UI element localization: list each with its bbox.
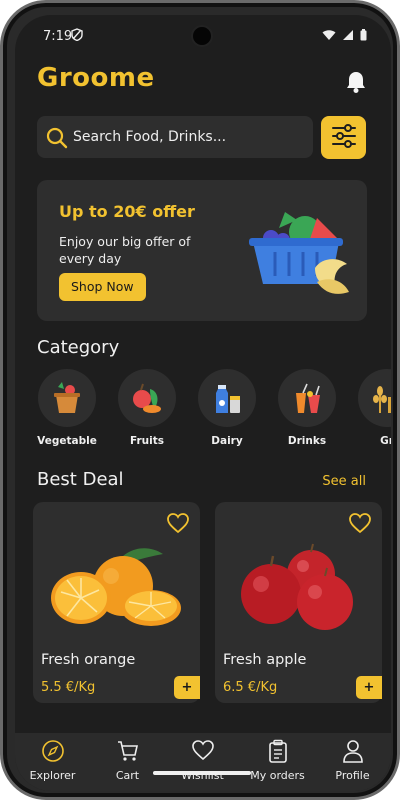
drinks-icon [278, 369, 336, 427]
category-list: Vegetable Fruits Dairy Drinks G [37, 369, 391, 449]
app-title: Groome [37, 63, 155, 93]
product-name: Fresh orange [41, 652, 136, 668]
offer-banner: Up to 20€ offer Enjoy our big offer of e… [37, 180, 367, 321]
status-time: 7:19 [43, 29, 73, 44]
battery-icon [360, 29, 367, 45]
see-all-link[interactable]: See all [322, 474, 366, 489]
fruits-icon [118, 369, 176, 427]
apple-image [229, 542, 369, 636]
best-deal-heading: Best Deal [37, 469, 124, 490]
nav-label: My orders [250, 769, 305, 782]
category-dairy[interactable]: Dairy [197, 369, 257, 447]
clipboard-icon [240, 733, 315, 765]
category-heading: Category [37, 337, 120, 358]
category-grains[interactable]: Gr [357, 369, 391, 447]
wishlist-heart-icon[interactable] [348, 512, 372, 538]
category-label: Dairy [211, 435, 243, 447]
offer-title: Up to 20€ offer [59, 202, 195, 221]
nav-label: Profile [335, 769, 370, 782]
dairy-icon [198, 369, 256, 427]
heart-icon [165, 733, 240, 765]
sliders-icon [330, 123, 358, 153]
category-vegetable[interactable]: Vegetable [37, 369, 97, 447]
status-bar: 7:19 [15, 15, 391, 55]
nav-my-orders[interactable]: My orders [240, 733, 315, 782]
phone-frame: 7:19 Groome Search Food, Drinks... Up to… [0, 0, 400, 800]
notification-bell-icon[interactable] [345, 70, 367, 98]
user-icon [315, 733, 390, 765]
orange-image [47, 542, 187, 636]
filter-button[interactable] [321, 116, 366, 159]
home-indicator[interactable] [153, 771, 251, 775]
vegetable-basket-icon [38, 369, 96, 427]
offer-description: Enjoy our big offer of every day [59, 234, 191, 266]
category-label: Gr [380, 435, 391, 447]
product-name: Fresh apple [223, 652, 307, 668]
app-screen: 7:19 Groome Search Food, Drinks... Up to… [15, 15, 391, 791]
category-label: Fruits [129, 435, 165, 447]
fruit-basket-illustration [245, 198, 355, 302]
nav-explorer[interactable]: Explorer [15, 733, 90, 782]
bottom-navigation: Explorer Cart Wishlist My orders Profile [15, 733, 391, 791]
category-fruits[interactable]: Fruits [117, 369, 177, 447]
product-card-orange[interactable]: Fresh orange 5.5 €/Kg + [33, 502, 200, 703]
add-to-cart-button[interactable]: + [174, 676, 200, 699]
wishlist-heart-icon[interactable] [166, 512, 190, 538]
search-bar[interactable] [37, 116, 313, 158]
product-price: 6.5 €/Kg [223, 680, 278, 695]
category-label: Vegetable [37, 435, 97, 447]
status-icons [322, 29, 367, 45]
product-price: 5.5 €/Kg [41, 680, 96, 695]
compass-icon [15, 733, 90, 765]
search-input[interactable] [73, 116, 303, 158]
add-to-cart-button[interactable]: + [356, 676, 382, 699]
shield-icon [71, 28, 83, 45]
wifi-icon [322, 29, 336, 45]
category-label: Drinks [287, 435, 327, 447]
cart-icon [90, 733, 165, 765]
grains-icon [358, 369, 391, 427]
nav-profile[interactable]: Profile [315, 733, 390, 782]
product-card-apple[interactable]: Fresh apple 6.5 €/Kg + [215, 502, 382, 703]
search-icon [45, 126, 69, 154]
front-camera [191, 25, 213, 47]
nav-label: Explorer [29, 769, 76, 782]
signal-icon [342, 29, 354, 45]
shop-now-button[interactable]: Shop Now [59, 273, 146, 301]
category-drinks[interactable]: Drinks [277, 369, 337, 447]
